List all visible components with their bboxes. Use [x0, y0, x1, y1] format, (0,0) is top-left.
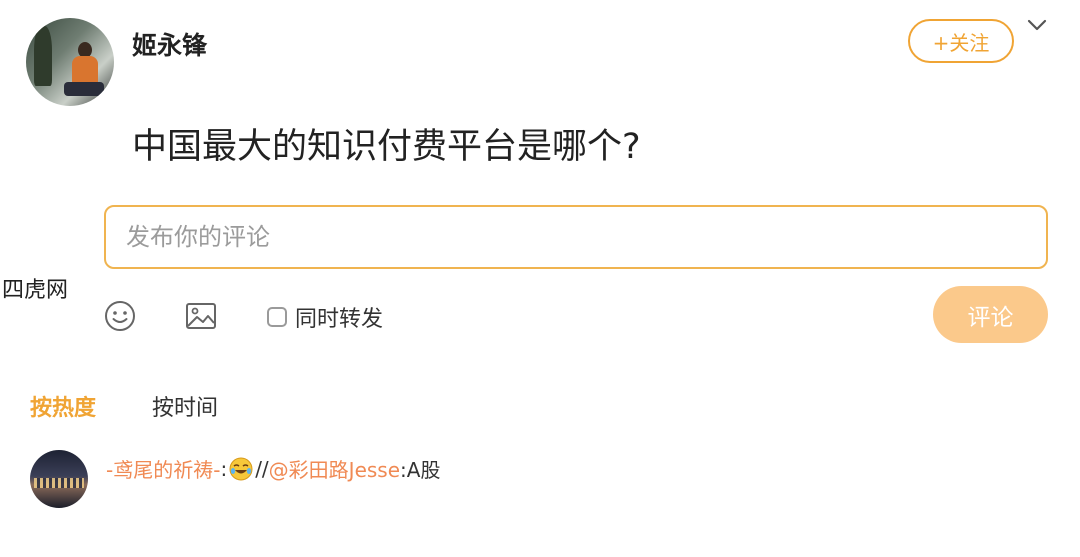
- sort-by-hot-tab[interactable]: 按热度: [30, 390, 96, 422]
- sync-repost-label[interactable]: 同时转发: [295, 301, 383, 333]
- comment-input[interactable]: [104, 205, 1048, 269]
- watermark-text: 四虎网: [2, 278, 69, 303]
- comment-repost-slashes: //: [255, 456, 269, 481]
- comment-author[interactable]: -鸢尾的祈祷-: [106, 454, 220, 483]
- comment-colon: :: [220, 456, 228, 481]
- comment-mention[interactable]: @彩田路Jesse: [269, 454, 400, 483]
- comment-text: :A股: [400, 458, 441, 482]
- commenter-avatar[interactable]: [30, 450, 88, 508]
- avatar-legs: [64, 82, 104, 96]
- sync-repost-option[interactable]: 同时转发: [267, 301, 383, 333]
- avatar-city-lights: [34, 478, 84, 488]
- author-name[interactable]: 姬永锋: [132, 26, 207, 62]
- sort-by-time-tab[interactable]: 按时间: [152, 390, 218, 422]
- chevron-down-icon[interactable]: [1026, 16, 1048, 34]
- avatar-plant: [34, 26, 52, 86]
- smiley-icon[interactable]: [103, 299, 137, 333]
- image-icon[interactable]: [184, 299, 218, 333]
- follow-button[interactable]: +关注: [908, 19, 1014, 63]
- submit-comment-button[interactable]: 评论: [933, 286, 1048, 343]
- comment-item: -鸢尾的祈祷- : // @彩田路Jesse :A股: [106, 454, 440, 483]
- sync-repost-checkbox[interactable]: [267, 307, 287, 327]
- author-avatar[interactable]: [26, 18, 114, 106]
- weibo-post-page: 姬永锋 +关注 中国最大的知识付费平台是哪个? 四虎网 同时转发 评论 按热度 …: [0, 0, 1080, 557]
- post-title: 中国最大的知识付费平台是哪个?: [132, 127, 641, 167]
- crying-laugh-emoji-icon: [229, 457, 253, 480]
